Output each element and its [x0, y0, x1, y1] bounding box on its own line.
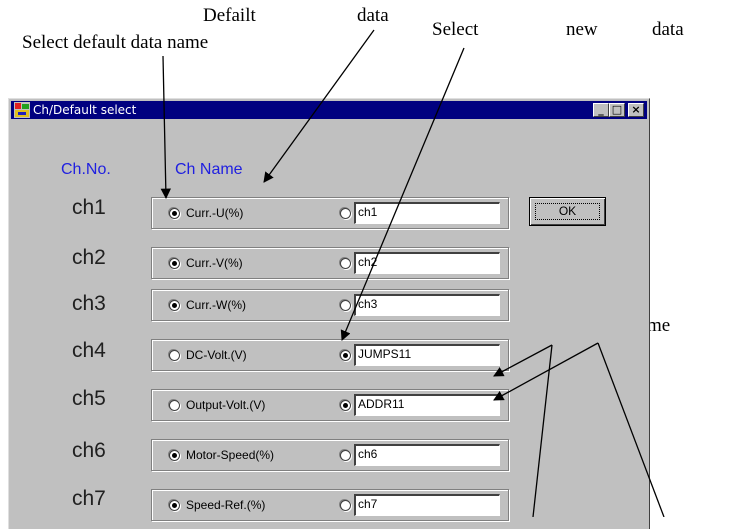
dialog-window: Ch/Default select _ □ × Ch.No. Ch Name O… [8, 98, 650, 529]
focus-rect [535, 203, 600, 220]
new-name-radio[interactable] [340, 208, 351, 219]
close-button[interactable]: × [628, 103, 644, 117]
default-name-label[interactable]: Speed-Ref.(%) [186, 498, 265, 512]
annotation-select-default-name: Select default data name [22, 32, 209, 53]
channel-label: ch7 [72, 487, 106, 510]
default-name-label[interactable]: DC-Volt.(V) [186, 348, 247, 362]
default-name-radio[interactable] [169, 500, 180, 511]
channel-label: ch1 [72, 196, 106, 219]
minimize-icon: _ [598, 103, 604, 116]
new-name-field[interactable]: ch2 [354, 252, 500, 274]
app-icon [14, 102, 30, 118]
channel-row-ch7: Speed-Ref.(%) ch7 [151, 489, 509, 521]
window-title: Ch/Default select [33, 103, 137, 117]
channel-row-ch5: Output-Volt.(V) ADDR11 [151, 389, 509, 421]
header-ch-name: Ch Name [175, 161, 243, 178]
title-bar[interactable]: Ch/Default select _ □ × [11, 101, 647, 119]
default-name-label[interactable]: Output-Volt.(V) [186, 398, 265, 412]
new-name-field[interactable]: ch7 [354, 494, 500, 516]
channel-row-ch2: Curr.-V(%) ch2 [151, 247, 509, 279]
radio-dot [172, 453, 177, 458]
new-name-radio[interactable] [340, 400, 351, 411]
annotation-select-word: Select [432, 19, 479, 40]
close-icon: × [631, 103, 641, 116]
header-ch-no: Ch.No. [61, 161, 111, 178]
new-name-field[interactable]: ch1 [354, 202, 500, 224]
channel-label: ch5 [72, 387, 106, 410]
radio-dot [172, 261, 177, 266]
radio-dot [343, 403, 348, 408]
new-name-radio[interactable] [340, 450, 351, 461]
radio-dot [172, 503, 177, 508]
channel-row-ch1: Curr.-U(%) ch1 [151, 197, 509, 229]
new-name-field[interactable]: JUMPS11 [354, 344, 500, 366]
default-name-label[interactable]: Motor-Speed(%) [186, 448, 274, 462]
default-name-label[interactable]: Curr.-U(%) [186, 206, 243, 220]
channel-row-ch4: DC-Volt.(V) JUMPS11 [151, 339, 509, 371]
default-name-radio[interactable] [169, 450, 180, 461]
channel-label: ch6 [72, 439, 106, 462]
new-name-radio[interactable] [340, 500, 351, 511]
new-name-radio[interactable] [340, 300, 351, 311]
default-name-radio[interactable] [169, 300, 180, 311]
default-name-radio[interactable] [169, 208, 180, 219]
radio-dot [172, 211, 177, 216]
radio-dot [172, 303, 177, 308]
new-name-field[interactable]: ch3 [354, 294, 500, 316]
annotation-defailt: Defailt [203, 5, 256, 26]
maximize-button[interactable]: □ [609, 103, 625, 117]
channel-label: ch4 [72, 339, 106, 362]
annotation-data: data [357, 5, 389, 26]
default-name-radio[interactable] [169, 400, 180, 411]
new-name-radio[interactable] [340, 258, 351, 269]
radio-dot [343, 353, 348, 358]
default-name-radio[interactable] [169, 350, 180, 361]
channel-row-ch6: Motor-Speed(%) ch6 [151, 439, 509, 471]
maximize-icon: □ [611, 103, 623, 116]
minimize-button[interactable]: _ [593, 103, 609, 117]
channel-label: ch3 [72, 292, 106, 315]
default-name-radio[interactable] [169, 258, 180, 269]
default-name-label[interactable]: Curr.-V(%) [186, 256, 243, 270]
default-name-label[interactable]: Curr.-W(%) [186, 298, 246, 312]
new-name-field[interactable]: ch6 [354, 444, 500, 466]
new-name-field[interactable]: ADDR11 [354, 394, 500, 416]
new-name-radio[interactable] [340, 350, 351, 361]
annotation-data-word: data [652, 19, 684, 40]
annotation-new-word: new [566, 19, 598, 40]
channel-row-ch3: Curr.-W(%) ch3 [151, 289, 509, 321]
ok-button[interactable]: OK [529, 197, 606, 226]
channel-label: ch2 [72, 246, 106, 269]
